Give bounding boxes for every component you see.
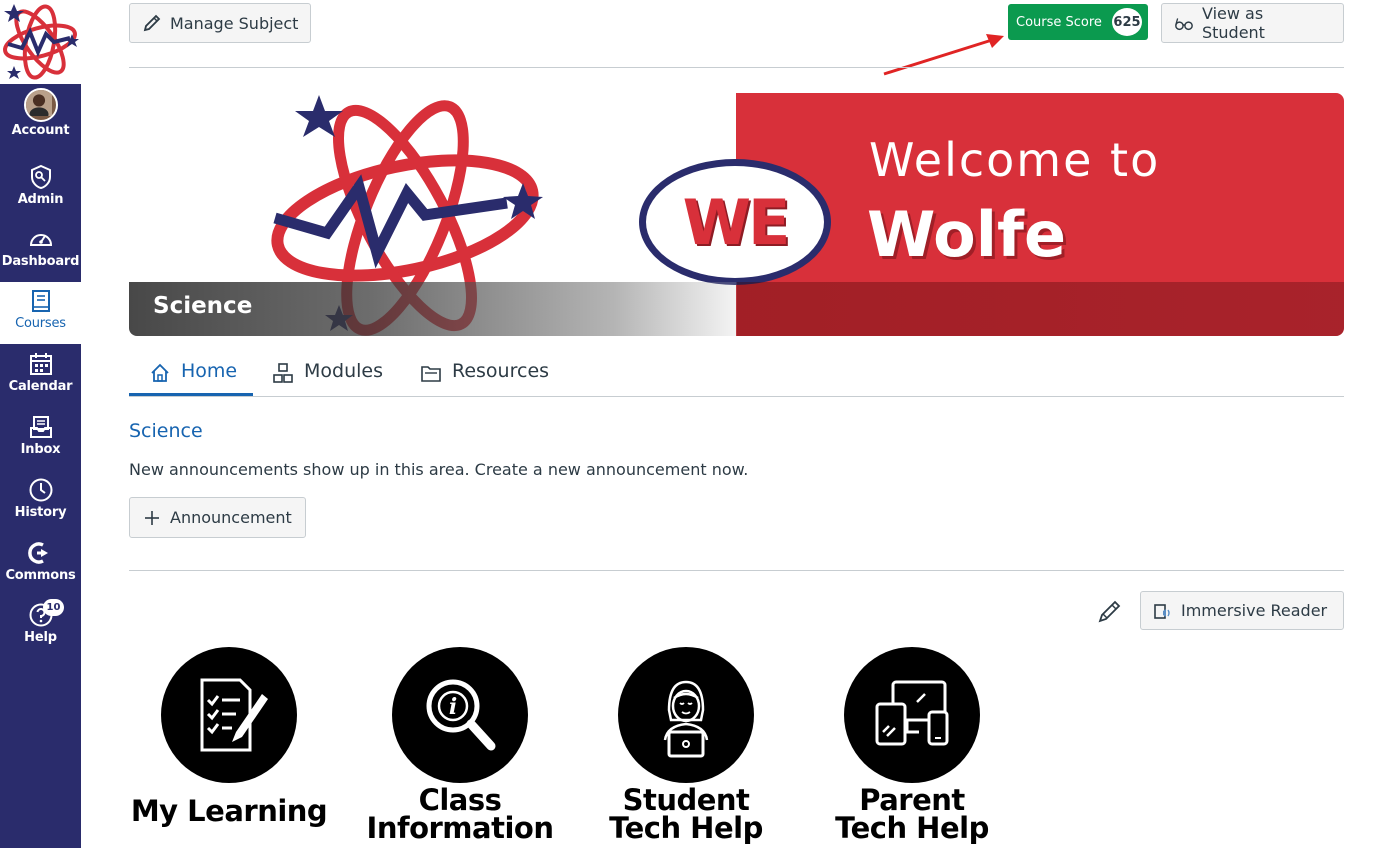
tab-resources[interactable]: Resources <box>420 354 549 396</box>
modules-icon <box>273 363 293 383</box>
nav-inbox[interactable]: Inbox <box>0 408 81 470</box>
tab-resources-label: Resources <box>452 360 550 382</box>
banner-course-name: Science <box>153 293 253 319</box>
tile-class-information[interactable]: i <box>392 647 528 783</box>
calendar-icon <box>29 353 52 375</box>
nav-calendar[interactable]: Calendar <box>0 345 81 407</box>
edit-pencil-icon[interactable] <box>1097 598 1123 624</box>
clock-icon <box>29 478 52 502</box>
course-banner: WE Welcome to Wolfe Science <box>129 93 1344 336</box>
school-logo[interactable] <box>0 0 81 84</box>
announcements-empty-text: New announcements show up in this area. … <box>129 460 749 479</box>
tile-parent-tech-help-label[interactable]: Parent Tech Help <box>812 783 1012 845</box>
nav-history-label: History <box>14 505 67 520</box>
view-as-student-label: View as Student <box>1201 4 1265 42</box>
help-badge: 10 <box>43 599 64 616</box>
red-arrow-annotation <box>883 34 1004 76</box>
tile-parent-tech-help[interactable] <box>844 647 980 783</box>
tile-my-learning-line1: My Learning <box>130 794 328 828</box>
immersive-reader-icon <box>1154 603 1170 619</box>
nav-dashboard-label: Dashboard <box>1 254 80 269</box>
content-divider <box>129 570 1344 571</box>
tile-my-learning[interactable] <box>161 647 297 783</box>
banner-welcome-line2: Wolfe <box>867 198 1067 271</box>
tab-home-label: Home <box>181 360 238 382</box>
immersive-reader-label: Immersive Reader <box>1181 601 1328 620</box>
home-icon <box>151 363 169 382</box>
tile-class-information-label[interactable]: Class Information <box>360 783 560 845</box>
tile-student-tech-help[interactable] <box>618 647 754 783</box>
inbox-icon <box>29 416 52 438</box>
add-announcement-label: Announcement <box>170 508 292 527</box>
tabs-divider <box>129 396 1344 397</box>
tile-class-information-line2: Information <box>366 811 554 845</box>
global-nav: Account Admin Dashboard Courses Calendar… <box>0 0 81 848</box>
nav-calendar-label: Calendar <box>8 379 73 394</box>
tile-student-tech-help-line2: Tech Help <box>609 811 763 845</box>
tile-class-information-line1: Class <box>418 783 502 817</box>
tab-modules-label: Modules <box>304 360 383 382</box>
tile-student-tech-help-label[interactable]: Student Tech Help <box>586 783 786 845</box>
announcements-title[interactable]: Science <box>129 420 203 442</box>
glasses-icon <box>1175 18 1193 31</box>
tab-modules[interactable]: Modules <box>272 354 383 396</box>
shield-icon <box>30 164 51 190</box>
nav-commons-label: Commons <box>5 568 76 583</box>
manage-subject-button[interactable]: Manage Subject <box>129 3 312 43</box>
avatar <box>23 88 58 122</box>
tile-student-tech-help-line1: Student <box>622 783 750 817</box>
book-icon <box>31 290 50 312</box>
commons-icon <box>27 542 48 564</box>
tile-parent-tech-help-line2: Tech Help <box>835 811 989 845</box>
tile-my-learning-label[interactable]: My Learning <box>129 794 329 828</box>
nav-history[interactable]: History <box>0 471 81 533</box>
nav-admin-label: Admin <box>17 192 64 207</box>
nav-commons[interactable]: Commons <box>0 534 81 596</box>
manage-subject-label: Manage Subject <box>170 13 299 33</box>
we-logo: WE <box>639 159 831 285</box>
info-magnifier-icon: i <box>426 679 496 751</box>
svg-text:i: i <box>449 694 457 720</box>
pencil-icon <box>143 14 161 32</box>
course-score-button[interactable]: Course Score 625 <box>1008 4 1148 40</box>
nav-account[interactable]: Account <box>0 84 81 146</box>
nav-courses-label: Courses <box>15 316 66 331</box>
devices-icon <box>875 680 949 746</box>
banner-caption-bar <box>129 282 1344 336</box>
nav-admin[interactable]: Admin <box>0 158 81 220</box>
speedometer-icon <box>29 234 52 246</box>
we-logo-text: WE <box>682 185 791 259</box>
checklist-pen-icon <box>200 678 268 752</box>
nav-courses[interactable]: Courses <box>0 282 81 344</box>
nav-dashboard[interactable]: Dashboard <box>0 220 81 282</box>
nav-help-label: Help <box>24 630 57 645</box>
atom-logo-icon <box>3 4 79 80</box>
immersive-reader-button[interactable]: Immersive Reader <box>1140 591 1344 630</box>
view-as-student-button[interactable]: View as Student <box>1161 3 1344 43</box>
course-score-value: 625 <box>1110 6 1144 38</box>
tab-home[interactable]: Home <box>129 354 253 396</box>
course-score-label: Course Score <box>1016 14 1102 30</box>
tile-parent-tech-help-line1: Parent <box>859 783 965 817</box>
student-laptop-icon <box>663 680 709 758</box>
banner-welcome-line1: Welcome to <box>869 133 1161 187</box>
plus-icon <box>145 510 159 525</box>
nav-inbox-label: Inbox <box>20 442 61 457</box>
header-divider <box>129 67 1344 68</box>
add-announcement-button[interactable]: Announcement <box>129 497 306 538</box>
nav-help[interactable]: 10 Help <box>0 596 81 658</box>
nav-account-label: Account <box>11 123 70 138</box>
folder-icon <box>421 366 441 382</box>
